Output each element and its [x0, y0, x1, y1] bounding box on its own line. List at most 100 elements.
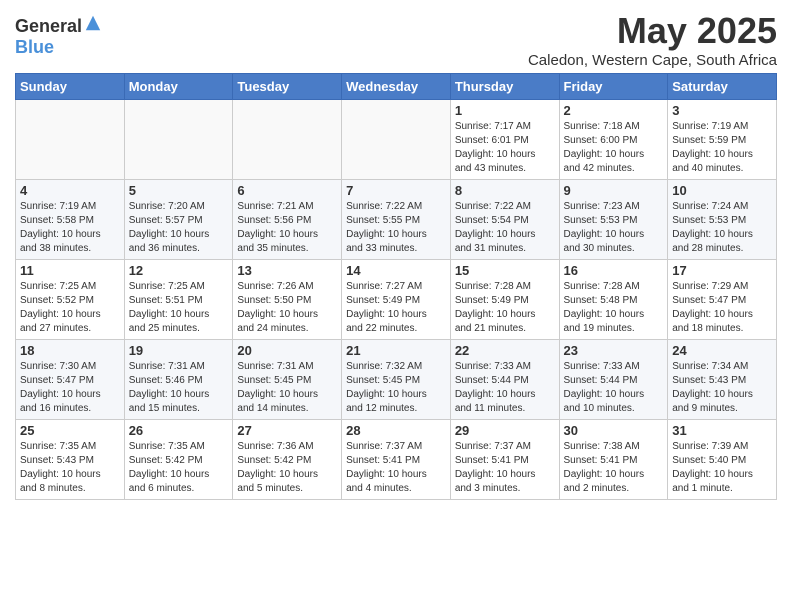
day-info: Sunrise: 7:17 AMSunset: 6:01 PMDaylight:…: [455, 120, 555, 176]
calendar-week-row: 25Sunrise: 7:35 AMSunset: 5:43 PMDayligh…: [16, 420, 777, 500]
calendar-table: SundayMondayTuesdayWednesdayThursdayFrid…: [15, 73, 777, 500]
day-number: 23: [564, 343, 664, 358]
calendar-week-row: 11Sunrise: 7:25 AMSunset: 5:52 PMDayligh…: [16, 260, 777, 340]
day-info: Sunrise: 7:30 AMSunset: 5:47 PMDaylight:…: [20, 360, 120, 416]
day-number: 4: [20, 183, 120, 198]
calendar-cell: 4 Sunrise: 7:19 AMSunset: 5:58 PMDaylight…: [16, 180, 125, 260]
weekday-header-wednesday: Wednesday: [342, 74, 451, 100]
day-number: 1: [455, 103, 555, 118]
day-info: Sunrise: 7:39 AMSunset: 5:40 PMDaylight:…: [672, 440, 772, 496]
calendar-cell: 19 Sunrise: 7:31 AMSunset: 5:46 PMDayligh…: [124, 340, 233, 420]
day-info: Sunrise: 7:31 AMSunset: 5:46 PMDaylight:…: [129, 360, 229, 416]
calendar-cell: 20 Sunrise: 7:31 AMSunset: 5:45 PMDayligh…: [233, 340, 342, 420]
calendar-cell: 30 Sunrise: 7:38 AMSunset: 5:41 PMDayligh…: [559, 420, 668, 500]
location-subtitle: Caledon, Western Cape, South Africa: [528, 52, 777, 69]
day-info: Sunrise: 7:32 AMSunset: 5:45 PMDaylight:…: [346, 360, 446, 416]
calendar-cell: 11Sunrise: 7:25 AMSunset: 5:52 PMDayligh…: [16, 260, 125, 340]
day-info: Sunrise: 7:19 AMSunset: 5:59 PMDaylight:…: [672, 120, 772, 176]
day-info: Sunrise: 7:23 AMSunset: 5:53 PMDaylight:…: [564, 200, 664, 256]
calendar-cell: [342, 100, 451, 180]
day-number: 14: [346, 263, 446, 278]
weekday-header-tuesday: Tuesday: [233, 74, 342, 100]
calendar-cell: 13Sunrise: 7:26 AMSunset: 5:50 PMDayligh…: [233, 260, 342, 340]
day-info: Sunrise: 7:31 AMSunset: 5:45 PMDaylight:…: [237, 360, 337, 416]
day-info: Sunrise: 7:21 AMSunset: 5:56 PMDaylight:…: [237, 200, 337, 256]
day-number: 12: [129, 263, 229, 278]
weekday-header-row: SundayMondayTuesdayWednesdayThursdayFrid…: [16, 74, 777, 100]
calendar-cell: [233, 100, 342, 180]
day-info: Sunrise: 7:18 AMSunset: 6:00 PMDaylight:…: [564, 120, 664, 176]
day-info: Sunrise: 7:22 AMSunset: 5:54 PMDaylight:…: [455, 200, 555, 256]
weekday-header-thursday: Thursday: [450, 74, 559, 100]
calendar-cell: 29 Sunrise: 7:37 AMSunset: 5:41 PMDayligh…: [450, 420, 559, 500]
calendar-cell: 24Sunrise: 7:34 AMSunset: 5:43 PMDayligh…: [668, 340, 777, 420]
day-number: 29: [455, 423, 555, 438]
calendar-cell: 17 Sunrise: 7:29 AMSunset: 5:47 PMDayligh…: [668, 260, 777, 340]
calendar-cell: 27Sunrise: 7:36 AMSunset: 5:42 PMDayligh…: [233, 420, 342, 500]
calendar-cell: 1 Sunrise: 7:17 AMSunset: 6:01 PMDaylight…: [450, 100, 559, 180]
calendar-cell: 15Sunrise: 7:28 AMSunset: 5:49 PMDayligh…: [450, 260, 559, 340]
day-info: Sunrise: 7:20 AMSunset: 5:57 PMDaylight:…: [129, 200, 229, 256]
calendar-cell: 18Sunrise: 7:30 AMSunset: 5:47 PMDayligh…: [16, 340, 125, 420]
day-info: Sunrise: 7:19 AMSunset: 5:58 PMDaylight:…: [20, 200, 120, 256]
day-number: 8: [455, 183, 555, 198]
calendar-cell: 12 Sunrise: 7:25 AMSunset: 5:51 PMDayligh…: [124, 260, 233, 340]
day-info: Sunrise: 7:35 AMSunset: 5:42 PMDaylight:…: [129, 440, 229, 496]
logo-blue: Blue: [15, 37, 54, 57]
day-info: Sunrise: 7:22 AMSunset: 5:55 PMDaylight:…: [346, 200, 446, 256]
day-number: 3: [672, 103, 772, 118]
weekday-header-sunday: Sunday: [16, 74, 125, 100]
day-number: 10: [672, 183, 772, 198]
weekday-header-friday: Friday: [559, 74, 668, 100]
day-number: 9: [564, 183, 664, 198]
day-number: 6: [237, 183, 337, 198]
day-info: Sunrise: 7:38 AMSunset: 5:41 PMDaylight:…: [564, 440, 664, 496]
day-number: 2: [564, 103, 664, 118]
calendar-week-row: 4 Sunrise: 7:19 AMSunset: 5:58 PMDaylight…: [16, 180, 777, 260]
day-info: Sunrise: 7:36 AMSunset: 5:42 PMDaylight:…: [237, 440, 337, 496]
calendar-cell: 6 Sunrise: 7:21 AMSunset: 5:56 PMDaylight…: [233, 180, 342, 260]
calendar-cell: 9 Sunrise: 7:23 AMSunset: 5:53 PMDaylight…: [559, 180, 668, 260]
day-number: 19: [129, 343, 229, 358]
day-info: Sunrise: 7:33 AMSunset: 5:44 PMDaylight:…: [455, 360, 555, 416]
calendar-cell: [16, 100, 125, 180]
day-info: Sunrise: 7:27 AMSunset: 5:49 PMDaylight:…: [346, 280, 446, 336]
day-number: 30: [564, 423, 664, 438]
day-info: Sunrise: 7:25 AMSunset: 5:51 PMDaylight:…: [129, 280, 229, 336]
calendar-cell: 25Sunrise: 7:35 AMSunset: 5:43 PMDayligh…: [16, 420, 125, 500]
weekday-header-monday: Monday: [124, 74, 233, 100]
calendar-week-row: 18Sunrise: 7:30 AMSunset: 5:47 PMDayligh…: [16, 340, 777, 420]
day-number: 24: [672, 343, 772, 358]
day-number: 5: [129, 183, 229, 198]
day-info: Sunrise: 7:33 AMSunset: 5:44 PMDaylight:…: [564, 360, 664, 416]
calendar-cell: 10Sunrise: 7:24 AMSunset: 5:53 PMDayligh…: [668, 180, 777, 260]
day-number: 11: [20, 263, 120, 278]
calendar-cell: 28 Sunrise: 7:37 AMSunset: 5:41 PMDayligh…: [342, 420, 451, 500]
calendar-cell: 22Sunrise: 7:33 AMSunset: 5:44 PMDayligh…: [450, 340, 559, 420]
weekday-header-saturday: Saturday: [668, 74, 777, 100]
calendar-cell: 14 Sunrise: 7:27 AMSunset: 5:49 PMDayligh…: [342, 260, 451, 340]
day-info: Sunrise: 7:28 AMSunset: 5:48 PMDaylight:…: [564, 280, 664, 336]
logo-icon: [84, 14, 102, 32]
day-info: Sunrise: 7:37 AMSunset: 5:41 PMDaylight:…: [346, 440, 446, 496]
day-info: Sunrise: 7:28 AMSunset: 5:49 PMDaylight:…: [455, 280, 555, 336]
calendar-cell: 16Sunrise: 7:28 AMSunset: 5:48 PMDayligh…: [559, 260, 668, 340]
day-number: 17: [672, 263, 772, 278]
calendar-cell: [124, 100, 233, 180]
day-number: 20: [237, 343, 337, 358]
calendar-cell: 26Sunrise: 7:35 AMSunset: 5:42 PMDayligh…: [124, 420, 233, 500]
day-info: Sunrise: 7:29 AMSunset: 5:47 PMDaylight:…: [672, 280, 772, 336]
calendar-cell: 21Sunrise: 7:32 AMSunset: 5:45 PMDayligh…: [342, 340, 451, 420]
calendar-cell: 31Sunrise: 7:39 AMSunset: 5:40 PMDayligh…: [668, 420, 777, 500]
day-number: 28: [346, 423, 446, 438]
day-number: 25: [20, 423, 120, 438]
day-info: Sunrise: 7:37 AMSunset: 5:41 PMDaylight:…: [455, 440, 555, 496]
title-area: May 2025 Caledon, Western Cape, South Af…: [528, 10, 777, 69]
day-number: 13: [237, 263, 337, 278]
day-number: 7: [346, 183, 446, 198]
logo: General Blue: [15, 14, 102, 58]
calendar-cell: 7 Sunrise: 7:22 AMSunset: 5:55 PMDaylight…: [342, 180, 451, 260]
calendar-cell: 5 Sunrise: 7:20 AMSunset: 5:57 PMDaylight…: [124, 180, 233, 260]
calendar-week-row: 1 Sunrise: 7:17 AMSunset: 6:01 PMDaylight…: [16, 100, 777, 180]
calendar-cell: 23 Sunrise: 7:33 AMSunset: 5:44 PMDayligh…: [559, 340, 668, 420]
